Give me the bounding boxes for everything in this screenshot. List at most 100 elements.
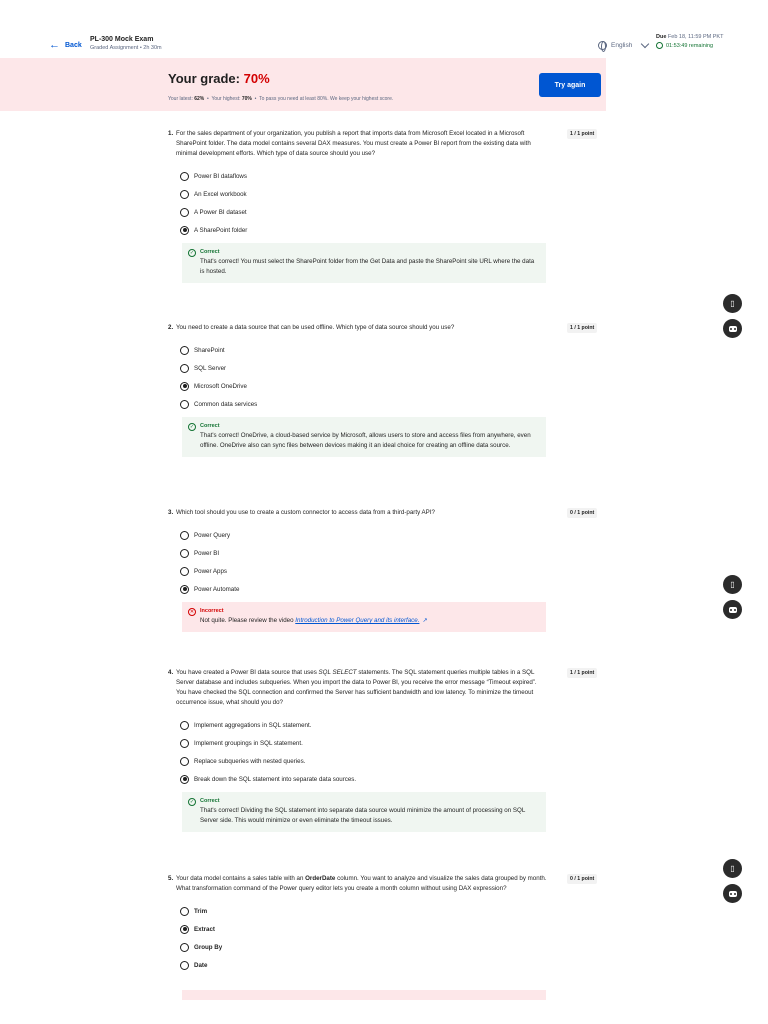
feedback-correct: ✓ Correct That's correct! OneDrive, a cl…: [182, 417, 546, 457]
option[interactable]: Date: [180, 956, 548, 974]
language-selector[interactable]: English: [598, 39, 650, 52]
option-label: Trim: [194, 907, 208, 915]
latest-label: Your latest:: [168, 96, 193, 102]
globe-icon: [598, 41, 607, 52]
option[interactable]: An Excel workbook: [180, 185, 548, 203]
question-text: 5. Your data model contains a sales tabl…: [168, 874, 548, 894]
question-body-italic: SQL SELECT: [318, 669, 357, 676]
pass-note: To pass you need at least 80%. We keep y…: [259, 96, 394, 102]
option[interactable]: Implement aggregations in SQL statement.: [180, 716, 548, 734]
book-icon[interactable]: ▯: [723, 575, 742, 594]
side-tools-3: ▯: [723, 859, 743, 909]
points-badge: 0 / 1 point: [567, 508, 598, 518]
options-list: Trim Extract Group By Date: [168, 902, 548, 974]
back-button[interactable]: ← Back: [49, 40, 82, 51]
feedback-incorrect-partial: [182, 990, 546, 1000]
due-label: Due: [656, 34, 667, 40]
x-circle-icon: ✕: [188, 608, 196, 616]
option-label: Implement aggregations in SQL statement.: [194, 721, 312, 729]
option-label: Common data services: [194, 400, 258, 408]
radio-icon: [180, 207, 189, 217]
book-icon[interactable]: ▯: [723, 859, 742, 878]
timer-icon: [656, 42, 663, 49]
feedback-correct: ✓ Correct That's correct! Dividing the S…: [182, 792, 546, 832]
feedback-text: Not quite. Please review the video Intro…: [200, 616, 538, 626]
radio-selected-icon: [180, 381, 189, 391]
option[interactable]: Power BI: [180, 544, 548, 562]
option-label: Power Automate: [194, 585, 240, 593]
radio-icon: [180, 756, 189, 766]
question-2: 2. You need to create a data source that…: [168, 323, 598, 457]
option-label: A SharePoint folder: [194, 226, 248, 234]
check-icon: ✓: [188, 249, 196, 257]
question-number: 2.: [168, 324, 174, 331]
option-label: A Power BI dataset: [194, 208, 247, 216]
side-tools-1: ▯: [723, 294, 743, 344]
question-text: 4. You have created a Power BI data sour…: [168, 668, 548, 708]
coach-bot-icon[interactable]: [723, 600, 742, 619]
option[interactable]: Common data services: [180, 395, 548, 413]
question-5: 5. Your data model contains a sales tabl…: [168, 874, 598, 974]
radio-selected-icon: [180, 924, 189, 934]
radio-icon: [180, 363, 189, 373]
question-number: 4.: [168, 669, 174, 676]
language-label: English: [611, 42, 633, 49]
option-label: Power Apps: [194, 567, 228, 575]
option-selected[interactable]: Extract: [180, 920, 548, 938]
option[interactable]: Power Apps: [180, 562, 548, 580]
feedback-label: Incorrect: [200, 608, 224, 614]
options-list: Power BI dataflows An Excel workbook A P…: [168, 167, 548, 239]
option-selected[interactable]: A SharePoint folder: [180, 221, 548, 239]
option-selected[interactable]: Power Automate: [180, 580, 548, 598]
back-label: Back: [65, 42, 82, 49]
grade-title-prefix: Your grade:: [168, 71, 244, 86]
option[interactable]: Group By: [180, 938, 548, 956]
question-number: 3.: [168, 509, 174, 516]
try-again-button[interactable]: Try again: [539, 73, 601, 97]
book-icon[interactable]: ▯: [723, 294, 742, 313]
question-text: 2. You need to create a data source that…: [168, 323, 548, 333]
coach-bot-icon[interactable]: [723, 319, 742, 338]
top-bar: ← Back PL-300 Mock Exam Graded Assignmen…: [0, 0, 768, 58]
option[interactable]: Power BI dataflows: [180, 167, 548, 185]
radio-icon: [180, 530, 189, 540]
points-badge: 1 / 1 point: [567, 323, 598, 333]
question-4: 4. You have created a Power BI data sour…: [168, 668, 598, 832]
exam-subtitle: Graded Assignment • 2h 30m: [90, 45, 162, 51]
question-body-a: You have created a Power BI data source …: [176, 669, 319, 676]
question-text: 3. Which tool should you use to create a…: [168, 508, 548, 518]
option-label: Power BI dataflows: [194, 172, 247, 180]
feedback-text: That's correct! OneDrive, a cloud-based …: [200, 432, 531, 449]
question-3: 3. Which tool should you use to create a…: [168, 508, 598, 632]
exam-title: PL-300 Mock Exam: [90, 36, 154, 43]
option[interactable]: Power Query: [180, 526, 548, 544]
option-label: Replace subqueries with nested queries.: [194, 757, 306, 765]
radio-icon: [180, 171, 189, 181]
option-label: Extract: [194, 925, 215, 933]
points-badge: 1 / 1 point: [567, 668, 598, 678]
grade-banner: Your grade: 70% Your latest: 62% • Your …: [0, 58, 606, 111]
radio-icon: [180, 548, 189, 558]
option[interactable]: A Power BI dataset: [180, 203, 548, 221]
question-body: You need to create a data source that ca…: [176, 324, 455, 331]
points-badge: 1 / 1 point: [567, 129, 598, 139]
review-video-link[interactable]: Introduction to Power Query and its inte…: [295, 617, 419, 624]
option-selected[interactable]: Break down the SQL statement into separa…: [180, 770, 548, 788]
option-label: Microsoft OneDrive: [194, 382, 247, 390]
feedback-correct: ✓ Correct That's correct! You must selec…: [182, 243, 546, 283]
option[interactable]: Implement groupings in SQL statement.: [180, 734, 548, 752]
option-selected[interactable]: Microsoft OneDrive: [180, 377, 548, 395]
coach-bot-icon[interactable]: [723, 884, 742, 903]
option[interactable]: SQL Server: [180, 359, 548, 377]
option-label: SharePoint: [194, 346, 225, 354]
options-list: Power Query Power BI Power Apps Power Au…: [168, 526, 548, 598]
side-tools-2: ▯: [723, 575, 743, 625]
option[interactable]: Replace subqueries with nested queries.: [180, 752, 548, 770]
option[interactable]: SharePoint: [180, 341, 548, 359]
feedback-label: Correct: [200, 798, 220, 804]
option[interactable]: Trim: [180, 902, 548, 920]
time-remaining: 01:53:49 remaining: [666, 42, 714, 49]
options-list: SharePoint SQL Server Microsoft OneDrive…: [168, 341, 548, 413]
points-badge: 0 / 1 point: [567, 874, 598, 884]
feedback-prefix: Not quite. Please review the video: [200, 617, 296, 624]
